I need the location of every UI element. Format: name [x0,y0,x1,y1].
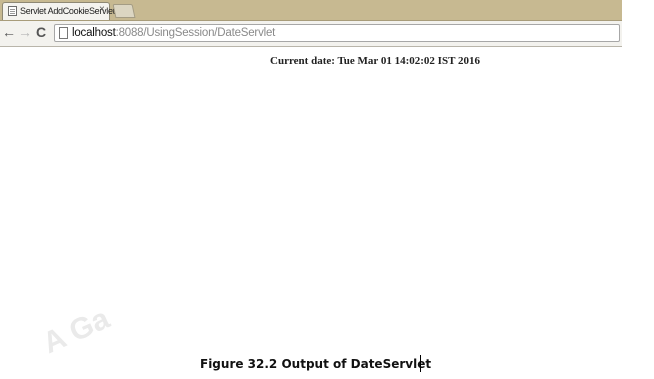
url-path: :8088/UsingSession/DateServlet [115,27,276,39]
page-viewport: Current date: Tue Mar 01 14:02:02 IST 20… [0,47,622,337]
browser-tab[interactable]: Servlet AddCookieServlet × [2,2,115,20]
address-bar[interactable]: localhost:8088/UsingSession/DateServlet [54,24,620,42]
forward-arrow-icon[interactable]: → [18,24,32,40]
text-cursor [420,355,421,372]
current-date-text: Current date: Tue Mar 01 14:02:02 IST 20… [270,55,480,67]
figure-caption: Figure 32.2 Output of DateServlet [200,357,432,371]
reload-icon[interactable]: C [36,24,46,40]
url-host: localhost [72,27,116,39]
new-tab-button[interactable] [112,4,136,18]
screenshot: Servlet AddCookieServlet × ← → C localho… [0,0,654,379]
page-icon [59,27,68,39]
close-icon[interactable]: × [99,4,105,16]
page-favicon-icon [8,6,17,16]
url-text[interactable]: localhost:8088/UsingSession/DateServlet [72,26,275,40]
browser-toolbar: ← → C localhost:8088/UsingSession/DateSe… [0,21,622,47]
back-arrow-icon[interactable]: ← [2,24,16,40]
browser-tab-strip: Servlet AddCookieServlet × [0,0,622,21]
